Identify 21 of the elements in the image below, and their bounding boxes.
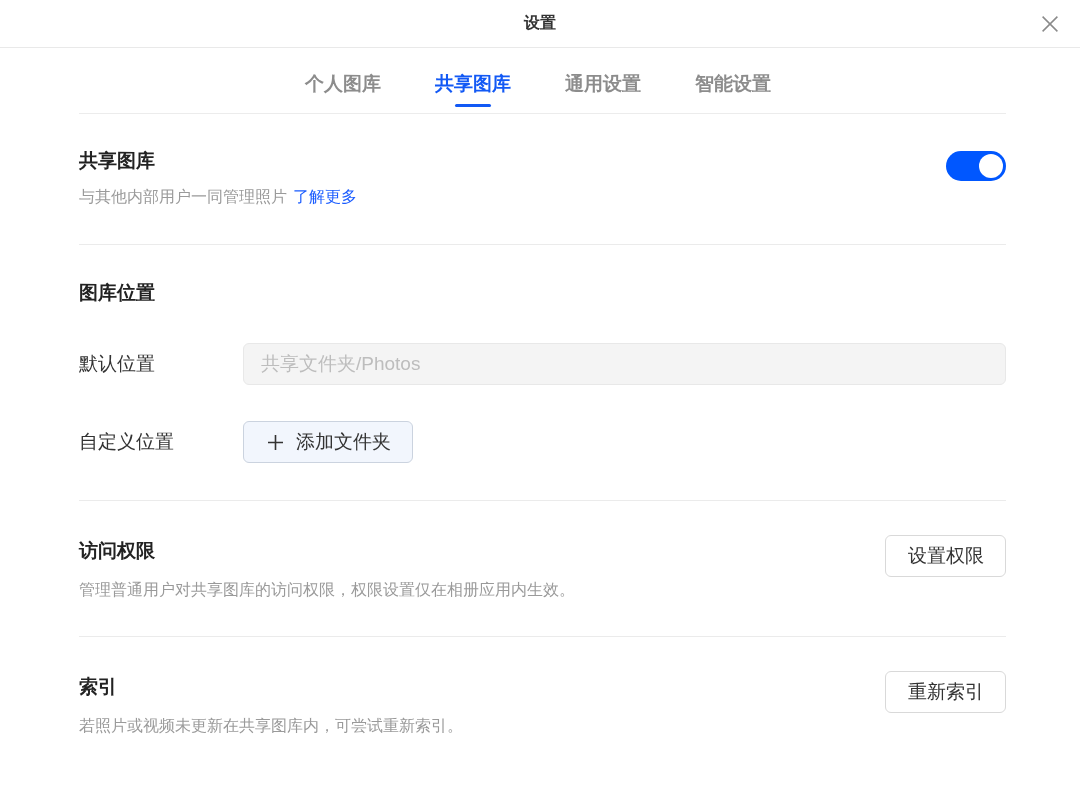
tab[interactable]: 个人图库	[304, 48, 381, 113]
toggle-switch[interactable]	[946, 151, 1006, 181]
action-button[interactable]: 重新索引	[885, 671, 1006, 713]
tab[interactable]: 智能设置	[694, 48, 771, 113]
tab[interactable]: 共享图库	[434, 48, 511, 113]
section-description: 与其他内部用户一同管理照片 了解更多	[79, 187, 358, 207]
section-title: 图库位置	[79, 281, 156, 305]
add-folder-button[interactable]: 添加文件夹	[243, 421, 413, 463]
section-title: 访问权限	[79, 539, 156, 563]
section-title: 索引	[79, 675, 118, 699]
field-label: 默认位置	[79, 352, 156, 376]
action-button[interactable]: 设置权限	[885, 535, 1006, 577]
tab[interactable]: 通用设置	[564, 48, 641, 113]
learn-more-link[interactable]: 了解更多	[293, 188, 357, 205]
window-title: 设置	[524, 13, 556, 33]
field-label: 自定义位置	[79, 430, 175, 454]
section-description: 若照片或视频未更新在共享图库内，可尝试重新索引。	[79, 716, 464, 736]
section-description: 管理普通用户对共享图库的访问权限，权限设置仅在相册应用内生效。	[79, 580, 576, 600]
close-icon[interactable]	[1042, 15, 1058, 32]
plus-icon	[268, 434, 283, 450]
section-title: 共享图库	[79, 149, 156, 173]
